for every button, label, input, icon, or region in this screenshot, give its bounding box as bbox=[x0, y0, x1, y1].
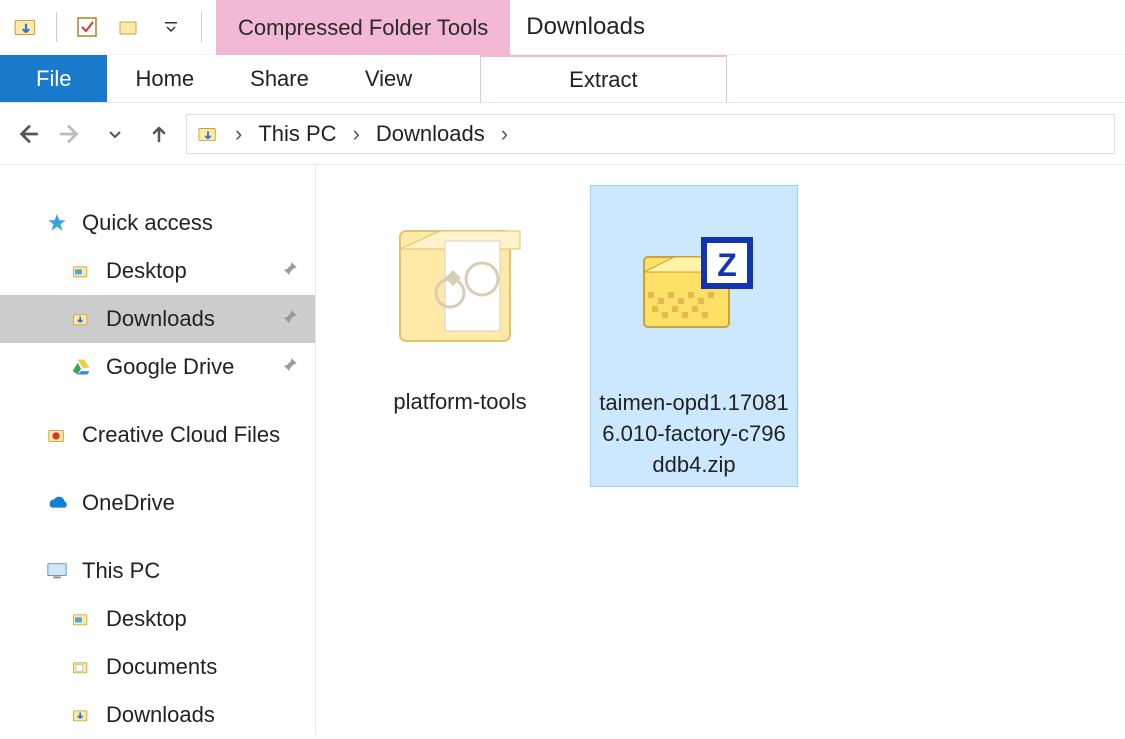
tree-onedrive[interactable]: OneDrive bbox=[0, 479, 315, 527]
tree-label: Downloads bbox=[106, 306, 215, 332]
tree-label: Documents bbox=[106, 654, 217, 680]
nav-history-dropdown-icon[interactable] bbox=[98, 117, 132, 151]
properties-check-icon[interactable] bbox=[73, 13, 101, 41]
tab-extract[interactable]: Extract bbox=[480, 55, 726, 102]
tab-home[interactable]: Home bbox=[107, 55, 222, 102]
chevron-right-icon[interactable]: › bbox=[235, 121, 242, 147]
tree-pc-desktop[interactable]: Desktop bbox=[0, 595, 315, 643]
tree-label: Google Drive bbox=[106, 354, 234, 380]
tree-label: Creative Cloud Files bbox=[82, 422, 280, 448]
creative-cloud-icon bbox=[46, 424, 68, 446]
file-label: platform-tools bbox=[393, 387, 526, 418]
folder-down-icon[interactable] bbox=[12, 13, 40, 41]
tree-label: Desktop bbox=[106, 606, 187, 632]
tree-google-drive[interactable]: Google Drive bbox=[0, 343, 315, 391]
svg-text:Z: Z bbox=[717, 247, 737, 283]
qat-dropdown-icon[interactable] bbox=[157, 13, 185, 41]
nav-up-icon[interactable] bbox=[142, 117, 176, 151]
pc-icon bbox=[46, 560, 68, 582]
address-bar[interactable]: › This PC › Downloads › bbox=[186, 114, 1115, 154]
tree-pc-downloads[interactable]: Downloads bbox=[0, 691, 315, 739]
google-drive-icon bbox=[70, 356, 92, 378]
tree-downloads[interactable]: Downloads bbox=[0, 295, 315, 343]
file-item-folder[interactable]: platform-tools bbox=[356, 185, 564, 424]
breadcrumb-root[interactable]: This PC bbox=[258, 121, 336, 147]
pin-icon bbox=[281, 258, 299, 284]
nav-back-icon[interactable] bbox=[10, 117, 44, 151]
nav-forward-icon[interactable] bbox=[54, 117, 88, 151]
file-list[interactable]: platform-tools Z taimen-opd1.170816.010-… bbox=[316, 165, 1125, 735]
navigation-tree: Quick access Desktop Downloads Google Dr… bbox=[0, 165, 316, 735]
star-icon bbox=[46, 212, 68, 234]
tree-label: Downloads bbox=[106, 702, 215, 728]
folder-icon bbox=[70, 608, 92, 630]
tree-this-pc[interactable]: This PC bbox=[0, 547, 315, 595]
folder-icon bbox=[70, 260, 92, 282]
folder-down-icon bbox=[197, 123, 219, 145]
tree-label: This PC bbox=[82, 558, 160, 584]
chevron-right-icon[interactable]: › bbox=[501, 121, 508, 147]
breadcrumb-current[interactable]: Downloads bbox=[376, 121, 485, 147]
window-title: Downloads bbox=[510, 0, 645, 54]
new-folder-icon[interactable] bbox=[115, 13, 143, 41]
tab-file[interactable]: File bbox=[0, 55, 107, 102]
chevron-right-icon[interactable]: › bbox=[353, 121, 360, 147]
tree-quick-access[interactable]: Quick access bbox=[0, 199, 315, 247]
folder-down-icon bbox=[70, 704, 92, 726]
file-item-zip[interactable]: Z taimen-opd1.170816.010-factory-c796ddb… bbox=[590, 185, 798, 487]
pin-icon bbox=[281, 354, 299, 380]
tree-label: Quick access bbox=[82, 210, 213, 236]
folder-icon bbox=[70, 656, 92, 678]
tree-pc-documents[interactable]: Documents bbox=[0, 643, 315, 691]
onedrive-icon bbox=[46, 492, 68, 514]
tree-label: Desktop bbox=[106, 258, 187, 284]
tree-label: OneDrive bbox=[82, 490, 175, 516]
folder-down-icon bbox=[70, 308, 92, 330]
tab-view[interactable]: View bbox=[337, 55, 440, 102]
file-label: taimen-opd1.170816.010-factory-c796ddb4.… bbox=[597, 388, 791, 480]
tree-creative-cloud[interactable]: Creative Cloud Files bbox=[0, 411, 315, 459]
pin-icon bbox=[281, 306, 299, 332]
tab-share[interactable]: Share bbox=[222, 55, 337, 102]
context-tab-group-label: Compressed Folder Tools bbox=[216, 0, 510, 55]
tree-desktop[interactable]: Desktop bbox=[0, 247, 315, 295]
